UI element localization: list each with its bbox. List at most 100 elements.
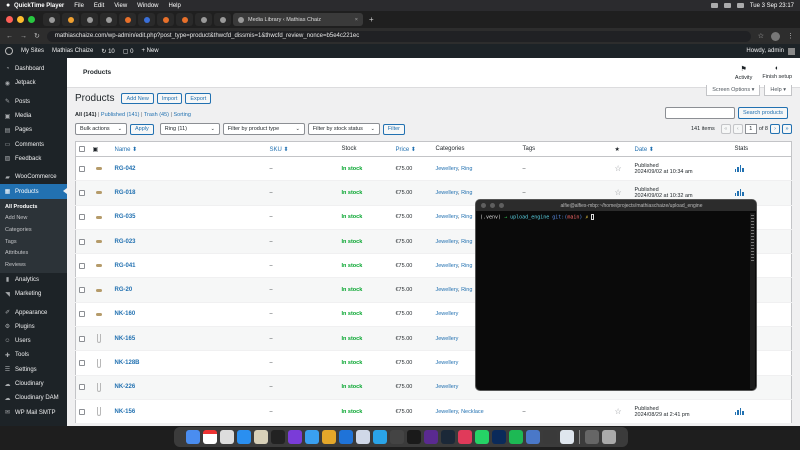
wordpress-logo-icon[interactable] (5, 47, 13, 55)
product-thumbnail[interactable] (93, 308, 105, 320)
browser-tab[interactable] (157, 13, 174, 26)
browser-tab[interactable] (62, 13, 79, 26)
back-icon[interactable]: ← (6, 33, 13, 40)
music-icon[interactable] (458, 430, 472, 444)
product-name-link[interactable]: RG-035 (115, 214, 136, 220)
filter-button[interactable]: Filter (382, 123, 405, 135)
last-page-button[interactable]: » (782, 124, 792, 134)
category-link[interactable]: Jewellery (436, 409, 459, 415)
terminal-title-bar[interactable]: alfie@alfies-mbp:~/home/projects/mathias… (476, 200, 756, 211)
sidebar-item-cloudinary[interactable]: ☁ Cloudinary (0, 377, 67, 391)
app-store-icon[interactable] (237, 430, 251, 444)
row-checkbox[interactable] (79, 262, 85, 269)
import-button[interactable]: Import (156, 93, 183, 104)
battery-icon[interactable] (723, 3, 731, 8)
howdy-user[interactable]: Howdy, admin (746, 48, 784, 54)
sidebar-item-appearance[interactable]: ✐ Appearance (0, 305, 67, 319)
sidebar-item-products[interactable]: ▦ Products (0, 184, 67, 199)
next-page-button[interactable]: › (770, 124, 780, 134)
bulk-actions-select[interactable]: Bulk actions ⌄ (75, 123, 127, 135)
product-name-link[interactable]: NK-226 (115, 384, 136, 390)
my-sites-link[interactable]: My Sites (21, 48, 44, 54)
select-all-checkbox[interactable] (79, 146, 85, 152)
minimize-window-button[interactable] (17, 16, 24, 23)
menu-file[interactable]: File (74, 3, 84, 9)
column-name[interactable]: Name ⬍ (111, 141, 267, 157)
vscode-icon[interactable] (339, 430, 353, 444)
table-row[interactable]: NK-156– In stock €75.00 Jewellery, Necklace… (75, 399, 792, 425)
product-name-link[interactable]: NK-128B (115, 360, 140, 366)
telegram-icon[interactable] (373, 430, 387, 444)
column-sku[interactable]: SKU ⬍ (266, 141, 339, 157)
sidebar-item-media[interactable]: ▣ Media (0, 109, 67, 123)
product-thumbnail[interactable] (93, 333, 105, 345)
sidebar-item-marketing[interactable]: ◥ Marketing (0, 287, 67, 301)
minimize-window-button[interactable] (490, 203, 495, 208)
row-checkbox[interactable] (79, 165, 85, 172)
terminal-output[interactable]: (.venv) → upload_engine git:(main) ✗ (476, 211, 756, 224)
category-link[interactable]: Jewellery (436, 360, 459, 366)
menu-help[interactable]: Help (169, 3, 181, 9)
sidebar-item-comments[interactable]: ▭ Comments (0, 137, 67, 151)
category-link[interactable]: Ring (461, 166, 472, 172)
product-name-link[interactable]: RG-042 (115, 166, 136, 172)
sidebar-item-wp-mail-smtp[interactable]: ✉ WP Mail SMTP (0, 405, 67, 419)
product-thumbnail[interactable] (93, 284, 105, 296)
featured-star-icon[interactable]: ☆ (615, 407, 622, 416)
close-window-button[interactable] (6, 16, 13, 23)
category-link[interactable]: Jewellery (436, 336, 459, 342)
filter-trash[interactable]: Trash (45) (144, 112, 169, 118)
sidebar-item-feedback[interactable]: ▨ Feedback (0, 152, 67, 166)
category-link[interactable]: Necklace (461, 409, 484, 415)
firefox-icon[interactable] (356, 430, 370, 444)
preview-icon[interactable] (526, 430, 540, 444)
featured-star-icon[interactable]: ☆ (615, 188, 622, 197)
browser-tab-active[interactable]: Media Library ‹ Mathias Chaiz × (233, 13, 363, 26)
apple-icon[interactable]: ● (6, 2, 14, 9)
profile-avatar[interactable] (771, 31, 780, 41)
bookmark-star-icon[interactable]: ☆ (758, 32, 764, 40)
whatsapp-icon[interactable] (475, 430, 489, 444)
updates-icon[interactable]: ↻ 10 (101, 48, 114, 55)
stats-bar-chart-icon[interactable] (734, 165, 789, 173)
export-button[interactable]: Export (185, 93, 212, 104)
row-checkbox[interactable] (79, 238, 85, 245)
finder-icon[interactable] (186, 430, 200, 444)
trash-icon[interactable] (602, 430, 616, 444)
category-link[interactable]: Ring (461, 214, 472, 220)
filter-sorting[interactable]: Sorting (174, 112, 191, 118)
category-link[interactable]: Ring (461, 287, 472, 293)
github-desktop-icon[interactable] (407, 430, 421, 444)
submenu-all-products[interactable]: All Products (0, 201, 67, 213)
submenu-attributes[interactable]: Attributes (0, 247, 67, 259)
browser-tab[interactable] (100, 13, 117, 26)
category-link[interactable]: Jewellery (436, 166, 459, 172)
sidebar-item-users[interactable]: ☺ Users (0, 334, 67, 348)
sidebar-item-tools[interactable]: ✚ Tools (0, 348, 67, 362)
safari-icon[interactable] (305, 430, 319, 444)
obsidian-icon[interactable] (424, 430, 438, 444)
stats-bar-chart-icon[interactable] (734, 189, 789, 197)
menu-clock[interactable]: Tue 3 Sep 23:17 (750, 3, 794, 9)
browser-menu-icon[interactable]: ⋮ (787, 32, 794, 40)
product-thumbnail[interactable] (93, 357, 105, 369)
sidebar-item-dashboard[interactable]: ◔ Dashboard (0, 62, 67, 76)
row-checkbox[interactable] (79, 384, 85, 391)
sidebar-item-analytics[interactable]: ▮ Analytics (0, 273, 67, 287)
sidebar-item-jetpack[interactable]: ◉ Jetpack (0, 76, 67, 90)
sidebar-item-woocommerce[interactable]: ▰ WooCommerce (0, 170, 67, 184)
featured-star-icon[interactable]: ☆ (615, 164, 622, 173)
sidebar-item-posts[interactable]: ✎ Posts (0, 95, 67, 109)
menu-app-name[interactable]: QuickTime Player (14, 3, 64, 9)
new-tab-button[interactable]: + (369, 15, 374, 24)
row-checkbox[interactable] (79, 214, 85, 221)
product-name-link[interactable]: RG-20 (115, 287, 133, 293)
row-checkbox[interactable] (79, 360, 85, 367)
activity-monitor-icon[interactable] (543, 430, 557, 444)
product-thumbnail[interactable] (93, 163, 105, 175)
forward-icon[interactable]: → (20, 33, 27, 40)
row-checkbox[interactable] (79, 189, 85, 196)
product-thumbnail[interactable] (93, 211, 105, 223)
column-price[interactable]: Price ⬍ (392, 141, 433, 157)
stats-bar-chart-icon[interactable] (734, 408, 789, 416)
